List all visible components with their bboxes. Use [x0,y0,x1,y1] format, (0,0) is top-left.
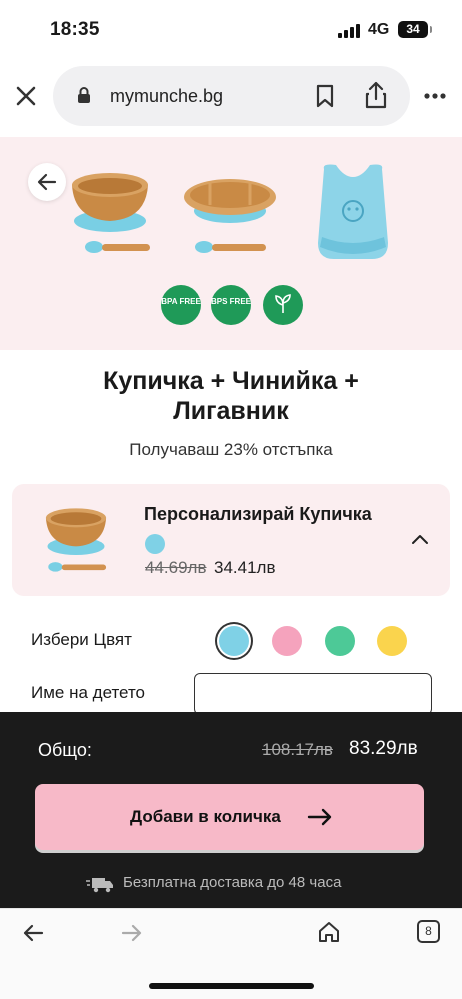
product-title-line: Купичка + Чинийка + [103,367,359,395]
arrow-right-icon [307,808,332,826]
product-hero: BPA FREE BPS FREE [0,137,462,350]
signal-icon [338,24,360,38]
product-title: Купичка + Чинийка + Лигавник [0,366,462,426]
bpa-free-badge: BPA FREE [161,285,201,325]
item-old-price: 44.69лв [145,558,207,577]
forward-arrow-icon[interactable] [121,923,143,943]
add-to-cart-label: Добави в количка [130,807,281,826]
arrow-left-icon [37,173,57,191]
truck-icon [86,878,113,893]
bookmark-icon[interactable] [315,84,335,108]
browser-bottom-nav: 8 [0,908,462,999]
total-label: Общо: [38,740,92,760]
total-new-price: 83.29лв [349,738,418,759]
bowl-thumbnail [45,508,107,572]
battery-icon: 34 [398,21,432,38]
bps-free-badge: BPS FREE [211,285,251,325]
back-arrow-icon[interactable] [22,923,44,943]
network-label: 4G [368,21,390,38]
discount-text: Получаваш 23% отстъпка [129,440,333,459]
product-title-line: Лигавник [173,397,289,425]
badge-label: BPA FREE [161,297,201,306]
more-icon[interactable] [423,92,447,100]
color-label: Избери Цвят [31,630,132,649]
child-name-input[interactable] [194,673,432,715]
item-color-swatch [145,534,165,554]
delivery-text: Безплатна доставка до 48 часа [123,874,342,891]
add-to-cart-button[interactable]: Добави в количка [35,784,424,850]
status-time: 18:35 [50,19,100,40]
status-bar: 18:35 4G 34 [0,0,462,62]
child-name-label: Име на детето [31,683,145,702]
home-icon[interactable] [317,920,341,944]
chevron-up-icon[interactable] [410,532,430,546]
plate-image [184,179,276,253]
item-new-price: 34.41лв [214,558,276,577]
close-icon[interactable] [12,82,40,110]
tabs-button[interactable]: 8 [417,920,440,943]
url-text: mymunche.bg [110,86,224,106]
color-swatch-pink[interactable] [272,626,302,656]
share-icon[interactable] [365,81,387,109]
item-title: Персонализирай Купичка [144,504,372,524]
bib-image [318,164,388,259]
total-old-price: 108.17лв [262,740,333,759]
address-bar[interactable]: mymunche.bg [53,66,410,126]
color-swatch-blue[interactable] [219,626,249,656]
natural-bamboo-badge [263,285,303,325]
badge-label: BPS FREE [211,297,252,306]
color-swatch-yellow[interactable] [377,626,407,656]
bundle-item-card[interactable]: Персонализирай Купичка 44.69лв 34.41лв [12,484,450,596]
back-button[interactable] [28,163,66,201]
leaf-icon [275,294,291,313]
lock-icon [78,87,90,103]
home-indicator [149,983,314,989]
bowl-image [72,173,150,253]
color-swatch-green[interactable] [325,626,355,656]
checkout-footer: Общо: 108.17лв 83.29лв Добави в количка … [0,712,462,908]
browser-toolbar: mymunche.bg [0,62,462,132]
